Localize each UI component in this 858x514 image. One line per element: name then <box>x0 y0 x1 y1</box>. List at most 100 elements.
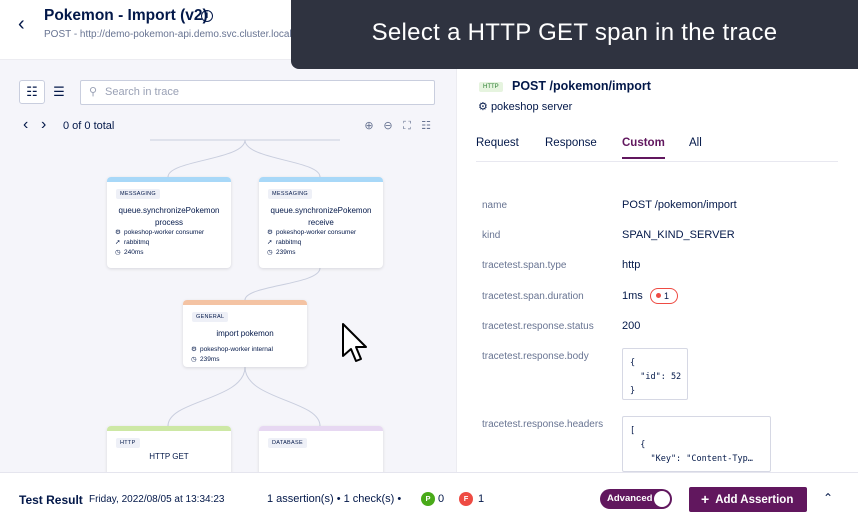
test-endpoint: POST - http://demo-pokemon-api.demo.svc.… <box>44 29 292 40</box>
tab-request[interactable]: Request <box>476 137 519 157</box>
fail-dot-icon <box>656 293 661 298</box>
span-duration-label: 240ms <box>124 249 144 256</box>
span-service: ⚙ pokeshop-worker internal <box>183 345 307 355</box>
add-assertion-button[interactable]: + Add Assertion <box>689 487 807 512</box>
attribute-key: tracetest.response.body <box>482 351 589 362</box>
attribute-key: name <box>482 200 508 211</box>
clock-icon: ◷ <box>115 249 121 256</box>
trace-search-input[interactable]: ⚲ Search in trace <box>80 80 435 105</box>
tab-custom[interactable]: Custom <box>622 137 665 159</box>
span-name: queue.synchronizePokemon process <box>118 206 220 227</box>
span-detail-panel: HTTP POST /pokemon/import ⚙ pokeshop ser… <box>456 60 858 472</box>
next-match-icon[interactable]: › <box>41 117 46 133</box>
span-node[interactable]: MESSAGING queue.synchronizePokemon recei… <box>259 177 383 268</box>
span-service: ⚙ pokeshop server <box>478 100 572 113</box>
list-view-icon[interactable]: ☰ <box>46 80 72 104</box>
span-type-badge: GENERAL <box>192 312 229 322</box>
span-type-bar <box>259 426 383 431</box>
attribute-key: tracetest.response.headers <box>482 419 604 430</box>
fail-count: 1 <box>478 493 485 505</box>
plus-icon: + <box>701 491 710 507</box>
attribute-value[interactable]: 1ms <box>622 290 643 302</box>
advanced-label: Advanced <box>607 493 653 504</box>
info-icon[interactable]: i <box>201 10 213 22</box>
footer-title: Test Result <box>19 493 83 507</box>
span-type-bar <box>107 426 231 431</box>
span-node[interactable]: MESSAGING queue.synchronizePokemon proce… <box>107 177 231 268</box>
layout-icon[interactable]: ☷ <box>419 119 433 133</box>
span-name: queue.synchronizePokemon receive <box>270 206 372 227</box>
span-type-badge: HTTP <box>116 438 140 448</box>
trace-panel: ☷ ☰ ⚲ Search in trace ‹ › 0 of 0 total ⊕… <box>0 60 456 472</box>
match-count: 0 of 0 total <box>63 120 115 132</box>
attribute-key: tracetest.span.type <box>482 260 567 271</box>
span-system-label: rabbitmq <box>276 239 302 246</box>
guide-tooltip: Select a HTTP GET span in the trace <box>291 0 858 69</box>
attribute-value[interactable]: http <box>622 259 640 271</box>
span-type-badge: HTTP <box>479 82 503 92</box>
check-count: 1 <box>664 291 670 301</box>
attribute-value[interactable]: SPAN_KIND_SERVER <box>622 229 735 241</box>
tab-all[interactable]: All <box>689 137 702 157</box>
span-system: ➚ rabbitmq <box>259 238 383 248</box>
span-duration-label: 239ms <box>276 249 296 256</box>
span-type-bar <box>107 177 231 182</box>
span-type-bar <box>259 177 383 182</box>
span-service-label: pokeshop-worker consumer <box>276 229 357 236</box>
span-title: POST /pokemon/import <box>512 79 651 93</box>
gear-icon: ⚙ <box>191 345 197 353</box>
zoom-out-icon[interactable]: ⊖ <box>381 119 395 133</box>
test-result-footer: Test Result Friday, 2022/08/05 at 13:34:… <box>0 472 858 514</box>
run-date: Friday, 2022/08/05 at 13:34:23 <box>89 494 225 505</box>
span-service: ⚙ pokeshop-worker consumer <box>259 228 383 238</box>
back-arrow-icon[interactable]: ‹ <box>18 14 34 34</box>
add-assertion-label: Add Assertion <box>715 494 794 506</box>
span-node[interactable]: GENERAL import pokemon ⚙ pokeshop-worker … <box>183 300 307 367</box>
span-type-badge: MESSAGING <box>268 189 313 199</box>
pass-icon: P <box>421 492 435 506</box>
span-duration-label: 239ms <box>200 355 220 363</box>
detail-tabs: Request Response Custom All <box>476 136 838 162</box>
gear-icon: ⚙ <box>478 101 488 113</box>
graph-view-icon[interactable]: ☷ <box>19 80 45 104</box>
tab-response[interactable]: Response <box>545 137 597 157</box>
span-duration: ◷ 239ms <box>259 248 383 258</box>
graph-tools: ⊕ ⊖ ⛶ ☷ <box>362 119 433 133</box>
search-icon: ⚲ <box>89 86 98 98</box>
plug-icon: ➚ <box>267 239 273 246</box>
gear-icon: ⚙ <box>115 229 121 236</box>
search-placeholder: Search in trace <box>105 86 179 98</box>
pass-count: 0 <box>438 493 445 505</box>
attribute-key: tracetest.response.status <box>482 321 594 332</box>
fit-view-icon[interactable]: ⛶ <box>400 119 414 133</box>
attribute-value[interactable]: 200 <box>622 320 640 332</box>
span-type-badge: DATABASE <box>268 438 307 448</box>
mouse-pointer-icon <box>342 323 367 362</box>
advanced-toggle[interactable]: Advanced <box>600 489 672 509</box>
clock-icon: ◷ <box>191 355 197 363</box>
page-title: Pokemon - Import (v2) <box>44 7 208 24</box>
span-service-label: pokeshop-worker consumer <box>124 229 205 236</box>
check-count-badge[interactable]: 1 <box>650 288 678 304</box>
span-type-badge: MESSAGING <box>116 189 161 199</box>
attribute-key: kind <box>482 230 501 241</box>
response-headers-code[interactable]: [ { "Key": "Content-Typ… <box>622 416 771 472</box>
attribute-value[interactable]: POST /pokemon/import <box>622 199 737 211</box>
assertion-summary: 1 assertion(s) • 1 check(s) • <box>267 493 402 505</box>
attribute-key: tracetest.span.duration <box>482 291 584 302</box>
span-node[interactable]: HTTP HTTP GET <box>107 426 231 472</box>
chevron-up-icon[interactable]: ⌃ <box>823 491 833 505</box>
gear-icon: ⚙ <box>267 229 273 236</box>
fail-icon: F <box>459 492 473 506</box>
span-duration: ◷ 240ms <box>107 248 231 258</box>
span-service: ⚙ pokeshop-worker consumer <box>107 228 231 238</box>
prev-match-icon[interactable]: ‹ <box>23 117 28 133</box>
plug-icon: ➚ <box>115 239 121 246</box>
response-body-code[interactable]: { "id": 52 } <box>622 348 688 400</box>
span-name: HTTP GET <box>149 452 189 461</box>
span-service-label: pokeshop-worker internal <box>200 345 273 353</box>
span-system-label: rabbitmq <box>124 239 150 246</box>
zoom-in-icon[interactable]: ⊕ <box>362 119 376 133</box>
span-node[interactable]: DATABASE <box>259 426 383 472</box>
toggle-knob <box>654 491 670 507</box>
